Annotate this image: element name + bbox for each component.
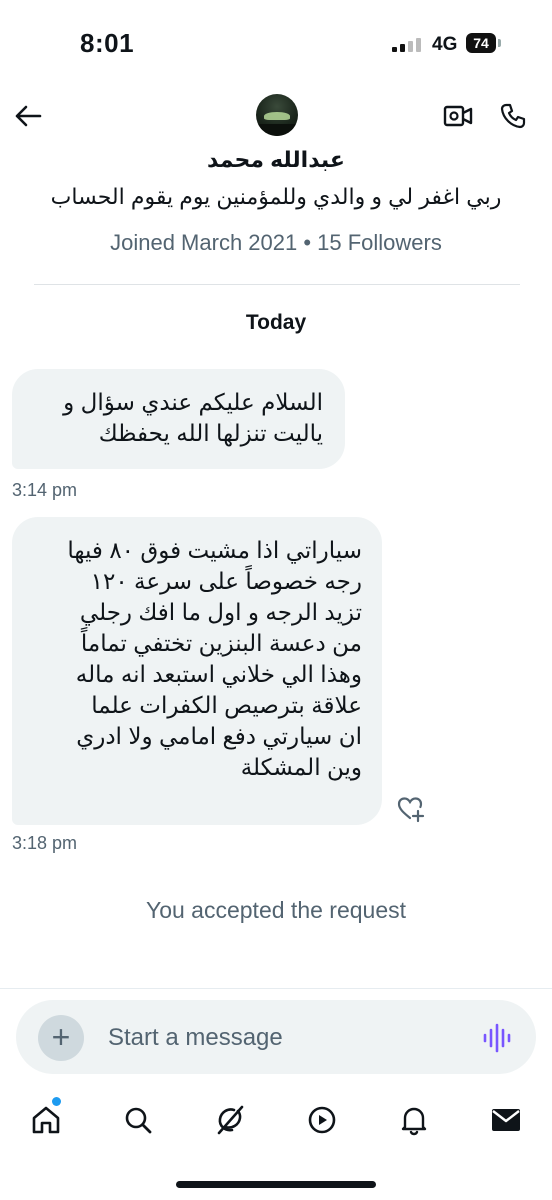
message-bubble[interactable]: السلام عليكم عندي سؤال و ياليت تنزلها ال…: [12, 369, 345, 469]
home-icon: [32, 1106, 60, 1134]
system-notice: You accepted the request: [145, 897, 407, 923]
message-timestamp: 3:18 pm: [12, 833, 78, 853]
bell-icon: [401, 1107, 427, 1136]
arrow-left-icon: [15, 105, 42, 127]
message-line: علاقة بترصيص الكفرات علما: [91, 692, 362, 718]
signal-icon: [392, 36, 426, 52]
message-line: السلام عليكم عندي سؤال و: [63, 389, 323, 415]
network-label: 4G: [432, 34, 458, 55]
status-time: 8:01: [80, 28, 135, 58]
video-camera-icon: [443, 105, 473, 127]
message-line: وهذا الي خلاني استبعد انه ماله: [75, 661, 362, 687]
joined-followers: Joined March 2021 • 15 Followers: [110, 230, 442, 255]
profile-bio: ربي اغفر لي و والدي وللمؤمنين يوم يقوم ا…: [50, 184, 502, 209]
message-line: رجه خصوصاً على سرعة ١٢٠: [90, 568, 362, 594]
react-button[interactable]: [396, 794, 426, 824]
tab-video[interactable]: [300, 1098, 344, 1142]
message-input[interactable]: [108, 1022, 448, 1054]
message-line: ياليت تنزلها الله يحفظك: [98, 420, 323, 446]
tab-messages[interactable]: [484, 1098, 528, 1142]
notification-dot: [52, 1097, 61, 1106]
video-call-button[interactable]: [440, 98, 476, 134]
message-line: من دعسة البنزين تختفي تماماً: [80, 630, 362, 656]
tab-search[interactable]: [116, 1098, 160, 1142]
phone-call-button[interactable]: [495, 98, 531, 134]
battery-icon: 74: [466, 33, 496, 53]
tab-grok[interactable]: [208, 1098, 252, 1142]
message-bubble[interactable]: سياراتي اذا مشيت فوق ٨٠ فيها رجه خصوصاً …: [12, 517, 382, 825]
header-divider: [34, 284, 520, 285]
display-name[interactable]: عبدالله محمد: [0, 147, 552, 173]
video-play-icon: [308, 1106, 336, 1134]
avatar[interactable]: [256, 94, 298, 136]
grok-icon: [217, 1105, 244, 1135]
add-media-button[interactable]: +: [38, 1015, 84, 1061]
battery-cap: [498, 39, 501, 47]
date-separator: Today: [245, 311, 307, 334]
message-line: وين المشكلة: [240, 754, 362, 780]
home-indicator: [176, 1181, 376, 1188]
heart-plus-icon: [397, 797, 425, 823]
mail-icon: [492, 1109, 520, 1131]
tab-home[interactable]: [24, 1098, 68, 1142]
back-button[interactable]: [10, 98, 46, 134]
phone-icon: [500, 103, 526, 129]
message-line: ان سيارتي دفع امامي ولا ادري: [76, 723, 362, 749]
search-icon: [125, 1107, 152, 1134]
composer-divider: [0, 988, 552, 989]
message-timestamp: 3:14 pm: [12, 480, 78, 500]
tab-notifications[interactable]: [392, 1098, 436, 1142]
voice-wave-icon: [483, 1023, 511, 1053]
message-line: تزيد الرجه و اول ما افك رجلي: [79, 599, 362, 625]
voice-message-button[interactable]: [482, 1020, 512, 1056]
message-line: سياراتي اذا مشيت فوق ٨٠ فيها: [67, 537, 362, 563]
